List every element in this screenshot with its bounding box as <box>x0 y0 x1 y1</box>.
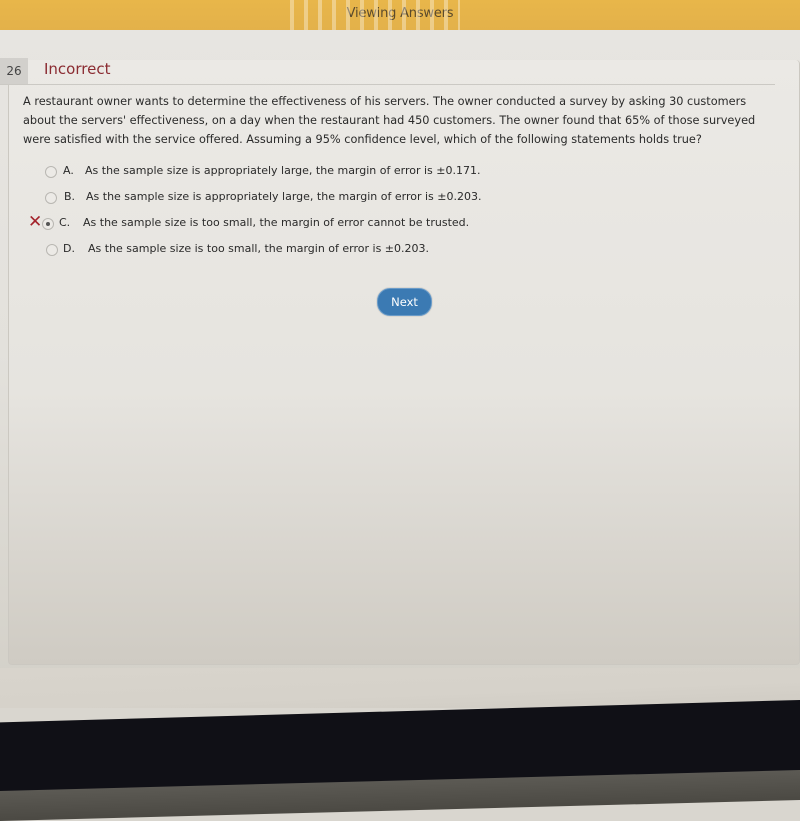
option-b-letter: B. <box>64 190 76 203</box>
next-button[interactable]: Next <box>377 288 432 316</box>
option-d[interactable]: D. As the sample size is too small, the … <box>0 240 800 260</box>
option-a-letter: A. <box>63 164 74 177</box>
option-a-radio[interactable] <box>45 166 57 178</box>
question-panel <box>8 60 800 665</box>
question-text: A restaurant owner wants to determine th… <box>23 95 756 146</box>
screen-bottom-edge <box>0 668 800 708</box>
option-d-radio[interactable] <box>46 244 58 256</box>
question-header: 26 Incorrect <box>0 58 775 85</box>
option-d-letter: D. <box>63 242 75 255</box>
option-b-radio[interactable] <box>45 192 57 204</box>
option-b-text: As the sample size is appropriately larg… <box>86 190 482 203</box>
option-c[interactable]: ✕ C. As the sample size is too small, th… <box>0 212 800 234</box>
option-a[interactable]: A. As the sample size is appropriately l… <box>0 162 800 182</box>
option-d-text: As the sample size is too small, the mar… <box>88 242 430 255</box>
header-title: Viewing Answers <box>346 6 454 21</box>
option-b[interactable]: B. As the sample size is appropriately l… <box>0 188 800 208</box>
question-status: Incorrect <box>44 60 111 78</box>
incorrect-x-icon: ✕ <box>28 212 43 232</box>
option-c-radio[interactable] <box>42 218 54 230</box>
option-c-letter: C. <box>59 216 71 229</box>
viewing-answers-header: Viewing Answers <box>0 0 800 30</box>
question-number: 26 <box>0 58 28 84</box>
option-a-text: As the sample size is appropriately larg… <box>85 164 481 177</box>
option-c-text: As the sample size is too small, the mar… <box>83 216 470 229</box>
